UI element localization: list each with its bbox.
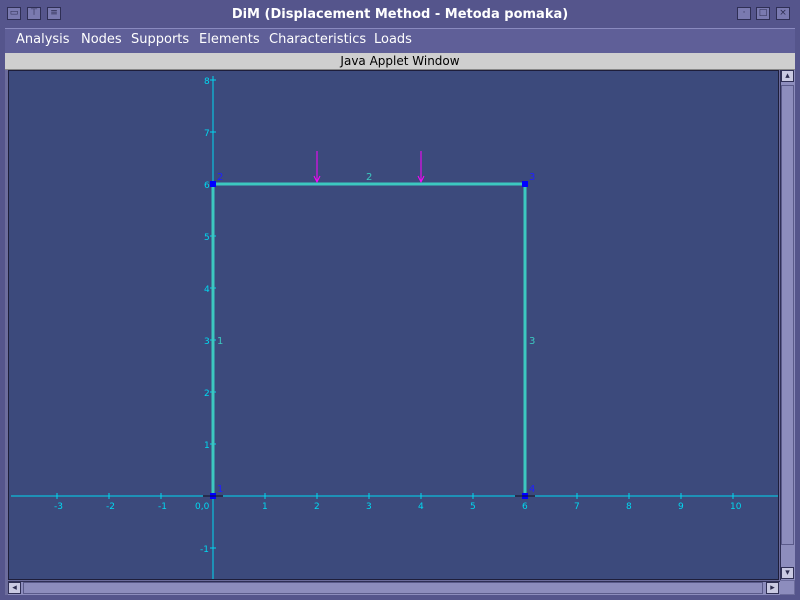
x-tick-label: 5 — [470, 502, 476, 512]
y-tick-label: 5 — [204, 233, 210, 243]
x-tick-label: -1 — [158, 502, 167, 512]
scrollbar-corner — [780, 581, 794, 594]
menu-nodes[interactable]: Nodes — [81, 29, 122, 53]
x-tick-label: 3 — [366, 502, 372, 512]
close-icon[interactable]: × — [776, 7, 790, 20]
y-tick-label: 7 — [204, 129, 210, 139]
x-tick-label: 6 — [522, 502, 528, 512]
horizontal-scroll-thumb[interactable] — [23, 582, 763, 594]
y-tick-label: 3 — [204, 337, 210, 347]
menu-analysis[interactable]: Analysis — [16, 29, 70, 53]
x-tick-label: 8 — [626, 502, 632, 512]
y-tick-label: -1 — [200, 545, 209, 555]
window-title: DiM (Displacement Method - Metoda pomaka… — [231, 7, 569, 22]
structure-canvas[interactable]: -3 -2 -1 0,0 1 2 3 4 5 6 7 8 9 10 8 7 6 5 4 3 2 1 -1 1 2 3 1 2 3 4 — [8, 70, 779, 580]
vertical-scroll-thumb[interactable] — [781, 85, 794, 545]
y-tick-label: 4 — [204, 285, 210, 295]
structure-plot[interactable]: -3 -2 -1 0,0 1 2 3 4 5 6 7 8 9 1087654321-112312 34 — [9, 71, 779, 580]
horizontal-scrollbar[interactable]: ◂ ▸ — [8, 581, 780, 595]
x-tick-label: 4 — [418, 502, 424, 512]
x-tick-label: 9 — [678, 502, 684, 512]
scroll-right-icon[interactable]: ▸ — [766, 582, 779, 594]
node-label: 3 — [529, 172, 535, 183]
menu-bar: Analysis Nodes Supports Elements Charact… — [5, 28, 795, 54]
x-tick-label: 0,0 — [195, 502, 210, 512]
applet-window-banner: Java Applet Window — [5, 53, 795, 70]
y-tick-label: 2 — [204, 389, 210, 399]
scroll-left-icon[interactable]: ◂ — [8, 582, 21, 594]
element-label: 1 — [217, 336, 223, 347]
maximize-icon[interactable]: □ — [756, 7, 770, 20]
y-tick-label: 8 — [204, 77, 210, 87]
scroll-down-icon[interactable]: ▾ — [781, 567, 794, 579]
menu-characteristics[interactable]: Characteristics — [269, 29, 366, 53]
element-label: 2 — [366, 172, 372, 183]
node-label: 2 — [217, 172, 223, 183]
minimize-icon[interactable]: · — [737, 7, 751, 20]
window-frame-bottom — [0, 595, 800, 600]
x-tick-label: 10 — [730, 502, 742, 512]
x-tick-label: 1 — [262, 502, 268, 512]
window-frame-right — [795, 28, 800, 600]
scroll-up-icon[interactable]: ▴ — [781, 70, 794, 82]
x-tick-label: -2 — [106, 502, 115, 512]
y-tick-label: 1 — [204, 441, 210, 451]
x-tick-label: -3 — [54, 502, 63, 512]
menu-supports[interactable]: Supports — [131, 29, 189, 53]
node-2-marker[interactable] — [210, 181, 216, 187]
x-tick-label: 2 — [314, 502, 320, 512]
menu-loads[interactable]: Loads — [374, 29, 412, 53]
node-3-marker[interactable] — [522, 181, 528, 187]
window-frame-left — [0, 28, 5, 600]
element-label: 3 — [529, 336, 535, 347]
y-tick-label: 6 — [204, 181, 210, 191]
node-label: 4 — [529, 484, 535, 495]
menu-elements[interactable]: Elements — [199, 29, 260, 53]
x-tick-label: 7 — [574, 502, 580, 512]
title-bar: ▭ ⊤ ≡ DiM (Displacement Method - Metoda … — [0, 0, 800, 29]
vertical-scrollbar[interactable]: ▴ ▾ — [780, 70, 795, 580]
node-label: 1 — [217, 484, 223, 495]
